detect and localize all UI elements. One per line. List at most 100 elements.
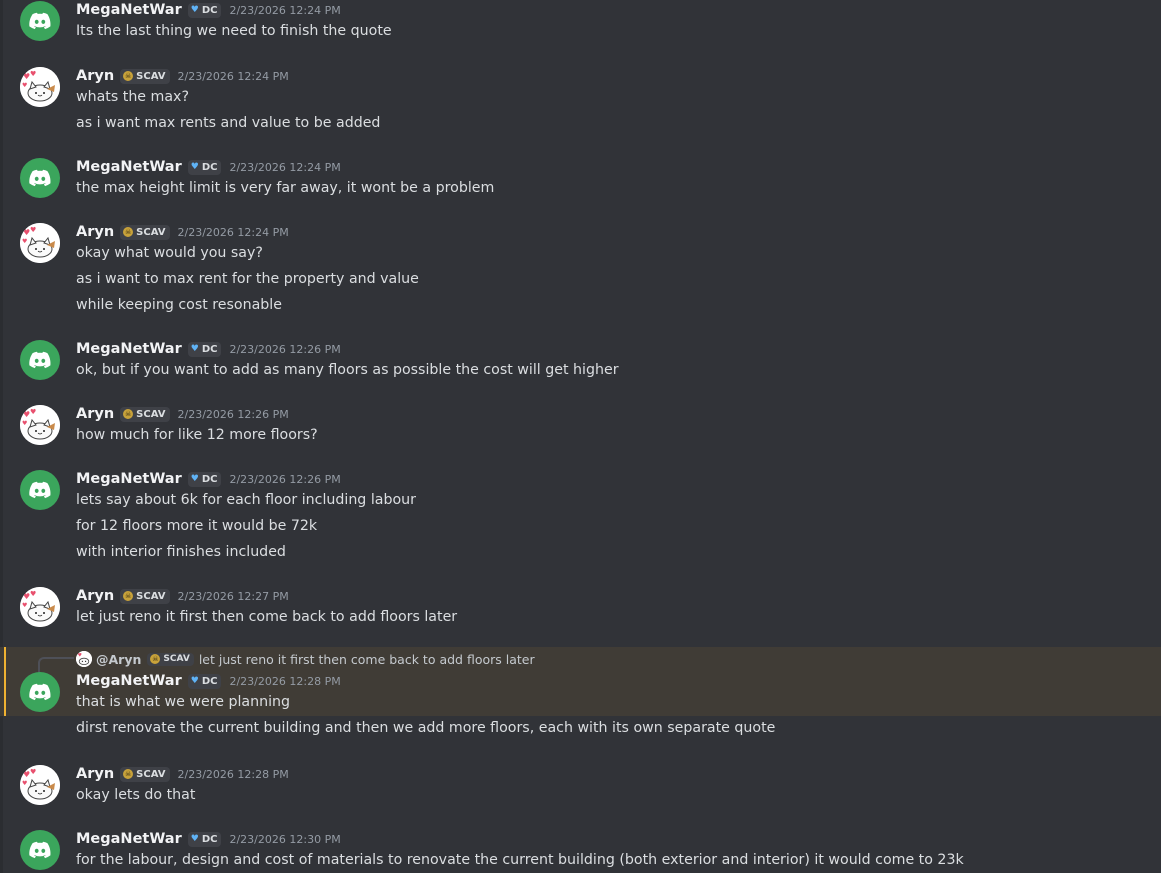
role-tag[interactable]: ☠ SCAV [120, 68, 170, 84]
message-text: the max height limit is very far away, i… [76, 180, 495, 196]
discord-logo-icon[interactable] [20, 340, 60, 380]
timestamp[interactable]: 2/23/2026 12:24 PM [178, 226, 289, 239]
svg-text:♥: ♥ [30, 226, 36, 234]
timestamp[interactable]: 2/23/2026 12:24 PM [178, 70, 289, 83]
message: ♥ ♥ ♥ Aryn ☠ SCAV 2/23/2026 12:28 PM okay lets … [0, 754, 1161, 814]
username[interactable]: MegaNetWar [76, 673, 182, 689]
role-tag[interactable]: ♥ DC [187, 2, 222, 18]
skull-icon: ☠ [150, 654, 161, 664]
timestamp[interactable]: 2/23/2026 12:28 PM [229, 675, 340, 688]
cat-avatar-icon[interactable]: ♥ ♥ ♥ [20, 587, 60, 627]
message-header: MegaNetWar ♥ DC 2/23/2026 12:30 PM [76, 829, 341, 849]
role-tag-label: SCAV [136, 768, 166, 780]
username[interactable]: Aryn [76, 406, 114, 422]
message-text: how much for like 12 more floors? [76, 427, 318, 443]
role-tag[interactable]: ☠ SCAV [120, 406, 170, 422]
svg-text:♥: ♥ [30, 768, 36, 776]
message-text: let just reno it first then come back to… [76, 609, 458, 625]
cat-avatar-icon[interactable]: ♥ ♥ ♥ [20, 223, 60, 263]
timestamp[interactable]: 2/23/2026 12:26 PM [229, 473, 340, 486]
role-tag[interactable]: ☠ SCAV [120, 224, 170, 240]
svg-text:♥: ♥ [22, 238, 27, 245]
cat-avatar-icon[interactable]: ♥ ♥ ♥ [20, 67, 60, 107]
svg-text:♥: ♥ [78, 653, 82, 659]
message-text: okay what would you say? [76, 245, 263, 261]
cat-avatar-icon[interactable]: ♥ ♥ ♥ [20, 765, 60, 805]
message-header: Aryn ☠ SCAV 2/23/2026 12:24 PM [76, 66, 289, 86]
svg-text:♥: ♥ [30, 408, 36, 416]
message-header: Aryn ☠ SCAV 2/23/2026 12:26 PM [76, 404, 289, 424]
message-header: MegaNetWar ♥ DC 2/23/2026 12:28 PM [76, 671, 341, 691]
message: MegaNetWar ♥ DC 2/23/2026 12:26 PM lets say … [0, 459, 1161, 571]
discord-logo-icon[interactable] [20, 1, 60, 41]
blue-heart-icon: ♥ [190, 344, 199, 354]
skull-icon: ☠ [123, 591, 134, 601]
message-text: dirst renovate the current building and … [76, 720, 776, 736]
cat-avatar-icon[interactable]: ♥ ♥ ♥ [20, 405, 60, 445]
reply-reference[interactable]: ♥ @Aryn ☠ SCAV let just reno it first then c… [76, 650, 535, 668]
message-header: MegaNetWar ♥ DC 2/23/2026 12:26 PM [76, 339, 341, 359]
mention-highlight-bar [4, 647, 6, 716]
role-tag[interactable]: ♥ DC [187, 341, 222, 357]
timestamp[interactable]: 2/23/2026 12:24 PM [229, 161, 340, 174]
timestamp[interactable]: 2/23/2026 12:27 PM [178, 590, 289, 603]
role-tag-label: SCAV [136, 408, 166, 420]
reply-preview-text[interactable]: let just reno it first then come back to… [199, 652, 535, 667]
discord-logo-icon[interactable] [20, 830, 60, 870]
reply-author[interactable]: @Aryn [96, 652, 141, 667]
role-tag[interactable]: ♥ DC [187, 673, 222, 689]
timestamp[interactable]: 2/23/2026 12:30 PM [229, 833, 340, 846]
role-tag-label: DC [201, 343, 218, 355]
message-text: whats the max? [76, 89, 189, 105]
message-header: MegaNetWar ♥ DC 2/23/2026 12:24 PM [76, 157, 341, 177]
role-tag[interactable]: ☠ SCAV [120, 588, 170, 604]
discord-logo-icon[interactable] [20, 672, 60, 712]
message: MegaNetWar ♥ DC 2/23/2026 12:24 PM the max h… [0, 147, 1161, 207]
username[interactable]: MegaNetWar [76, 831, 182, 847]
timestamp[interactable]: 2/23/2026 12:26 PM [229, 343, 340, 356]
svg-text:♥: ♥ [22, 602, 27, 609]
blue-heart-icon: ♥ [190, 474, 199, 484]
message: ♥ ♥ ♥ Aryn ☠ SCAV 2/23/2026 12:24 PM okay what … [0, 212, 1161, 324]
svg-text:♥: ♥ [30, 590, 36, 598]
message-text: while keeping cost resonable [76, 297, 282, 313]
message-text: okay lets do that [76, 787, 196, 803]
blue-heart-icon: ♥ [190, 162, 199, 172]
role-tag[interactable]: ♥ DC [187, 471, 222, 487]
message-header: Aryn ☠ SCAV 2/23/2026 12:27 PM [76, 586, 289, 606]
role-tag-label: SCAV [136, 226, 166, 238]
chat-messages: MegaNetWar ♥ DC 2/23/2026 12:24 PM Its the l… [0, 0, 1161, 873]
blue-heart-icon: ♥ [190, 676, 199, 686]
timestamp[interactable]: 2/23/2026 12:26 PM [178, 408, 289, 421]
message-text: for 12 floors more it would be 72k [76, 518, 318, 534]
timestamp[interactable]: 2/23/2026 12:24 PM [229, 4, 340, 17]
role-tag-label: SCAV [136, 590, 166, 602]
role-tag[interactable]: ☠ SCAV [147, 652, 194, 666]
svg-text:♥: ♥ [22, 82, 27, 89]
message-header: Aryn ☠ SCAV 2/23/2026 12:24 PM [76, 222, 289, 242]
message-text: that is what we were planning [76, 694, 291, 710]
role-tag[interactable]: ♥ DC [187, 159, 222, 175]
skull-icon: ☠ [123, 71, 134, 81]
blue-heart-icon: ♥ [190, 5, 199, 15]
username[interactable]: Aryn [76, 588, 114, 604]
role-tag-label: DC [201, 675, 218, 687]
discord-logo-icon[interactable] [20, 158, 60, 198]
discord-logo-icon[interactable] [20, 470, 60, 510]
role-tag[interactable]: ♥ DC [187, 831, 222, 847]
message-text: Its the last thing we need to finish the… [76, 23, 392, 39]
username[interactable]: Aryn [76, 224, 114, 240]
username[interactable]: Aryn [76, 766, 114, 782]
message-header: Aryn ☠ SCAV 2/23/2026 12:28 PM [76, 764, 289, 784]
username[interactable]: Aryn [76, 68, 114, 84]
role-tag[interactable]: ☠ SCAV [120, 766, 170, 782]
message: ♥ ♥ ♥ Aryn ☠ SCAV 2/23/2026 12:24 PM whats the … [0, 56, 1161, 142]
username[interactable]: MegaNetWar [76, 159, 182, 175]
username[interactable]: MegaNetWar [76, 2, 182, 18]
username[interactable]: MegaNetWar [76, 341, 182, 357]
message: MegaNetWar ♥ DC 2/23/2026 12:24 PM Its the l… [0, 0, 1161, 50]
svg-text:♥: ♥ [30, 70, 36, 78]
blue-heart-icon: ♥ [190, 834, 199, 844]
username[interactable]: MegaNetWar [76, 471, 182, 487]
timestamp[interactable]: 2/23/2026 12:28 PM [178, 768, 289, 781]
